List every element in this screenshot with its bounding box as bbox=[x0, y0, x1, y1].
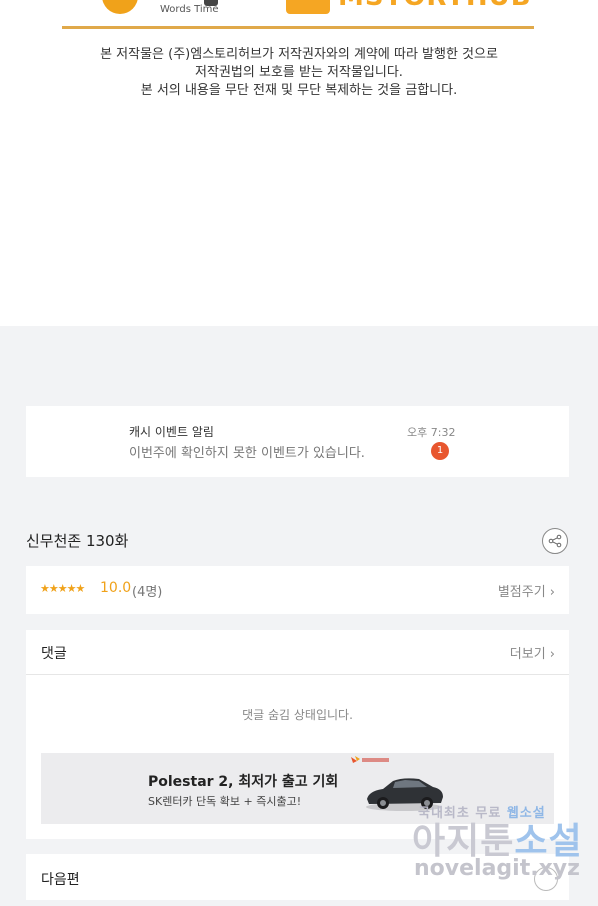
rating-score: 10.0 bbox=[100, 580, 132, 596]
chevron-right-icon[interactable] bbox=[534, 867, 558, 891]
next-episode-label: 다음편 bbox=[41, 872, 80, 888]
sk-rentacar-logo-icon bbox=[351, 756, 389, 763]
notification-message: 이번주에 확인하지 못한 이벤트가 있습니다. bbox=[129, 446, 365, 461]
share-button[interactable] bbox=[542, 528, 568, 554]
comments-header: 댓글 bbox=[41, 646, 67, 662]
logo-mark-icon bbox=[204, 0, 218, 6]
comments-section: 댓글 더보기 › 댓글 숨김 상태입니다. Polestar 2, 최저가 출고… bbox=[26, 630, 569, 839]
copyright-section: Words Time MSTORYHUB 본 저작물은 (주)엠스토리허브가 저… bbox=[0, 0, 598, 326]
copyright-notice: 본 저작물은 (주)엠스토리허브가 저작권자와의 계약에 따라 발행한 것으로 … bbox=[0, 46, 598, 100]
episode-title: 신무천존 130화 bbox=[26, 532, 129, 550]
ad-title: Polestar 2, 최저가 출고 기회 bbox=[148, 774, 339, 790]
star-rating-icon: ★★★★★ bbox=[40, 582, 85, 595]
mstoryhub-logo: MSTORYHUB bbox=[286, 0, 531, 16]
divider bbox=[26, 674, 569, 675]
divider bbox=[62, 26, 534, 29]
rate-button[interactable]: 별점주기 › bbox=[498, 581, 555, 600]
car-image-icon bbox=[366, 778, 443, 811]
copyright-line-3: 본 서의 내용을 무단 전재 및 무단 복제하는 것을 금합니다. bbox=[140, 83, 458, 98]
comments-more-link[interactable]: 더보기 › bbox=[510, 643, 555, 662]
rating-count: (4명) bbox=[132, 585, 163, 600]
ad-banner[interactable]: Polestar 2, 최저가 출고 기회 SK렌터카 단독 확보 + 즉시출고… bbox=[41, 753, 554, 824]
copyright-line-1: 본 저작물은 (주)엠스토리허브가 저작권자와의 계약에 따라 발행한 것으로 bbox=[100, 47, 498, 62]
cash-event-notification[interactable]: 캐시 이벤트 알림 이번주에 확인하지 못한 이벤트가 있습니다. 오후 7:3… bbox=[26, 406, 569, 477]
rating-bar: ★★★★★ 10.0 (4명) 별점주기 › bbox=[26, 566, 569, 614]
copyright-line-2: 저작권법의 보호를 받는 저작물입니다. bbox=[195, 65, 403, 80]
mstoryhub-logo-icon bbox=[286, 0, 330, 14]
notification-title: 캐시 이벤트 알림 bbox=[129, 425, 214, 439]
ad-subtitle: SK렌터카 단독 확보 + 즉시출고! bbox=[148, 795, 302, 808]
notification-badge: 1 bbox=[431, 442, 449, 460]
mstoryhub-logo-text: MSTORYHUB bbox=[338, 0, 532, 12]
comments-hidden-notice: 댓글 숨김 상태입니다. bbox=[242, 708, 353, 722]
sun-logo-icon bbox=[102, 0, 138, 14]
words-time-logo bbox=[96, 0, 156, 16]
next-episode-bar[interactable]: 다음편 bbox=[26, 854, 569, 900]
notification-time: 오후 7:32 bbox=[407, 426, 456, 439]
share-icon bbox=[548, 534, 562, 548]
